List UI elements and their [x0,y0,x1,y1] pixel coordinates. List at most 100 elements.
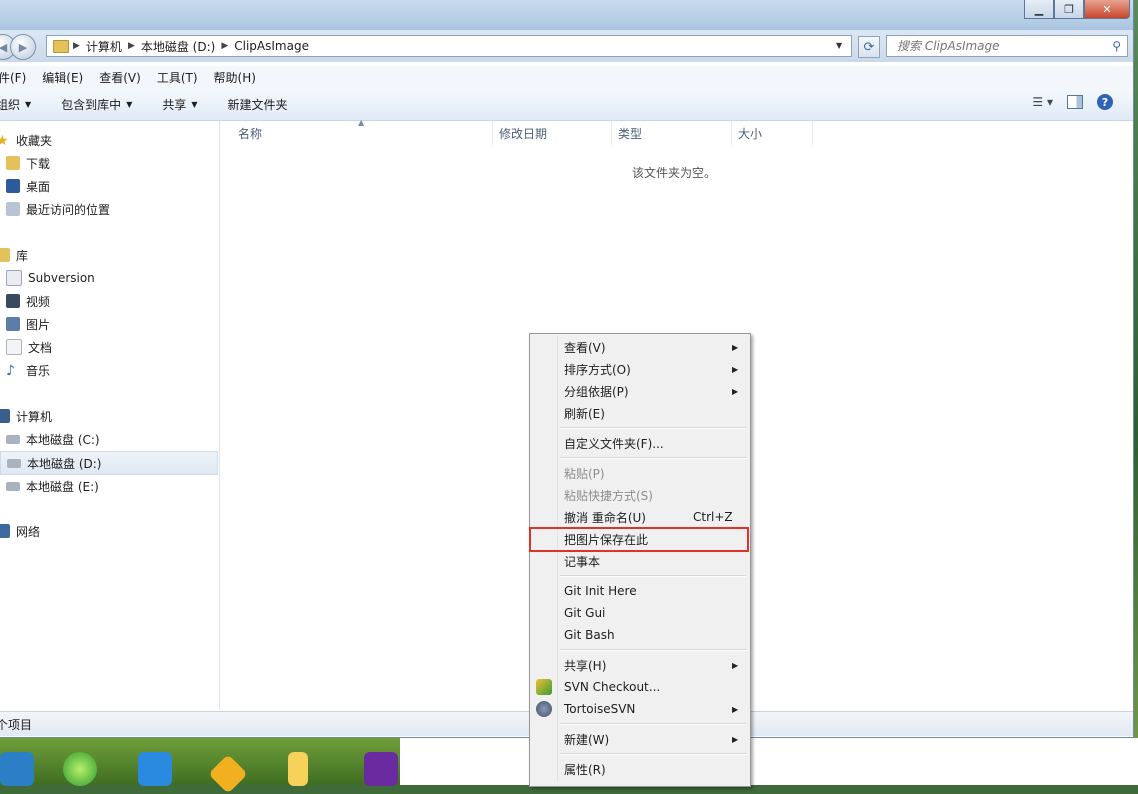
menu-item-notepad[interactable]: 记事本 [530,550,748,572]
menu-item-view[interactable]: 查看(V) ▶ [530,336,748,358]
forward-icon[interactable]: ▶ [10,34,36,60]
column-header-date[interactable]: 修改日期 [493,121,612,145]
menu-file[interactable]: 件(F) [0,69,26,86]
nav-label: 本地磁盘 (D:) [27,456,102,471]
nav-item-drive-d[interactable]: 本地磁盘 (D:) [0,451,218,475]
nav-item-music[interactable]: ♪ 音乐 [6,359,222,381]
videos-icon [6,294,20,308]
column-header-type[interactable]: 类型 [612,121,732,145]
submenu-arrow-icon: ▶ [732,660,739,670]
dropdown-arrow-icon: ▼ [25,99,32,109]
taskbar-app-icon[interactable] [0,752,34,786]
menu-item-tortoisesvn[interactable]: TortoiseSVN ▶ [530,698,748,720]
menu-item-sort-by[interactable]: 排序方式(O) ▶ [530,358,748,380]
menu-item-shortcut: Ctrl+Z [693,510,733,524]
menu-item-properties[interactable]: 属性(R) [530,758,748,780]
menu-item-label: SVN Checkout... [564,680,661,694]
breadcrumb-drive-d[interactable]: 本地磁盘 (D:) [135,38,221,55]
search-box[interactable]: ⚲ [886,35,1128,57]
menu-item-git-bash[interactable]: Git Bash [530,624,748,646]
title-bar[interactable]: ▁ ❐ ✕ [0,0,1133,30]
nav-item-drive-e[interactable]: 本地磁盘 (E:) [6,475,222,497]
menu-item-label: 记事本 [564,554,601,569]
nav-item-recent-places[interactable]: 最近访问的位置 [6,198,222,220]
menu-tools[interactable]: 工具(T) [157,69,198,86]
empty-folder-message: 该文件夹为空。 [632,166,717,180]
nav-item-pictures[interactable]: 图片 [6,313,222,335]
share-button[interactable]: 共享 ▼ [162,96,197,113]
menu-item-paste-shortcut[interactable]: 粘贴快捷方式(S) [530,484,748,506]
menu-item-label: 粘贴(P) [564,466,605,481]
menu-item-label: 刷新(E) [564,406,605,421]
menu-item-label: 新建(W) [564,732,610,747]
nav-libraries[interactable]: 库 [0,244,212,266]
nav-computer[interactable]: 计算机 [0,405,212,427]
menu-separator [560,649,746,651]
breadcrumb-computer[interactable]: 计算机 [80,38,128,55]
menu-help[interactable]: 帮助(H) [214,69,256,86]
chevron-right-icon: ▶ [73,41,80,51]
sort-ascending-icon: ▲ [358,118,365,127]
subversion-library-icon [6,270,22,286]
maximize-button[interactable]: ❐ [1054,0,1084,19]
minimize-button[interactable]: ▁ [1024,0,1054,19]
dropdown-arrow-icon: ▼ [126,99,133,109]
nav-network[interactable]: 网络 [0,520,212,542]
change-view-icon[interactable]: ☰ ▾ [1032,95,1053,109]
menu-bar: 件(F) 编辑(E) 查看(V) 工具(T) 帮助(H) [0,66,1133,88]
address-dropdown-icon[interactable]: ▼ [836,41,842,50]
nav-label: 桌面 [26,179,51,194]
network-icon [0,524,10,538]
menu-item-svn-checkout[interactable]: SVN Checkout... [530,676,748,698]
menu-item-git-init-here[interactable]: Git Init Here [530,580,748,602]
new-folder-button[interactable]: 新建文件夹 [228,96,288,113]
help-icon[interactable]: ? [1097,94,1113,110]
nav-item-downloads[interactable]: 下载 [6,152,222,174]
column-header-size[interactable]: 大小 [732,121,813,145]
menu-item-refresh[interactable]: 刷新(E) [530,402,748,424]
breadcrumb-current-folder[interactable]: ClipAsImage [228,39,315,53]
menu-item-paste[interactable]: 粘贴(P) [530,462,748,484]
column-header-name[interactable]: 名称 ▲ [220,118,493,145]
nav-item-documents[interactable]: 文档 [6,336,222,358]
menu-edit[interactable]: 编辑(E) [42,69,83,86]
nav-item-drive-c[interactable]: 本地磁盘 (C:) [6,428,222,450]
menu-item-customize-folder[interactable]: 自定义文件夹(F)... [530,432,748,454]
svn-checkout-icon [536,679,552,695]
taskbar-app-icon[interactable] [288,752,308,786]
menu-item-label: 把图片保存在此 [564,533,649,547]
menu-item-git-gui[interactable]: Git Gui [530,602,748,624]
nav-favorites[interactable]: ★ 收藏夹 [0,129,212,151]
chevron-right-icon: ▶ [221,41,229,51]
taskbar-app-icon[interactable] [63,752,97,786]
include-in-library-button[interactable]: 包含到库中 ▼ [61,96,132,113]
organize-button[interactable]: 组织 ▼ [0,96,31,113]
preview-pane-icon[interactable] [1067,95,1083,109]
refresh-icon[interactable]: ⟳ [858,36,880,58]
menu-item-label: Git Bash [564,628,615,642]
menu-item-undo-rename[interactable]: 撤消 重命名(U) Ctrl+Z [530,506,748,528]
menu-item-label: 属性(R) [564,762,606,777]
menu-item-save-image-here[interactable]: 把图片保存在此 [529,527,749,552]
column-label: 类型 [618,126,643,141]
menu-item-label: 分组依据(P) [564,384,629,399]
downloads-folder-icon [6,156,20,170]
search-icon[interactable]: ⚲ [1112,39,1121,53]
documents-icon [6,339,22,355]
close-button[interactable]: ✕ [1084,0,1130,19]
nav-item-desktop[interactable]: 桌面 [6,175,222,197]
menu-item-group-by[interactable]: 分组依据(P) ▶ [530,380,748,402]
nav-label: 下载 [26,156,51,171]
status-text: 个项目 [0,717,33,732]
nav-item-subversion[interactable]: Subversion [6,267,222,289]
menu-item-new[interactable]: 新建(W) ▶ [530,728,748,750]
taskbar-app-icon[interactable] [364,752,398,786]
nav-item-videos[interactable]: 视频 [6,290,222,312]
menu-item-share[interactable]: 共享(H) ▶ [530,654,748,676]
menu-view[interactable]: 查看(V) [99,69,141,86]
menu-item-label: Git Gui [564,606,606,620]
search-input[interactable] [895,38,1109,54]
nav-label: 本地磁盘 (E:) [26,479,99,494]
address-bar[interactable]: ▶ 计算机 ▶ 本地磁盘 (D:) ▶ ClipAsImage [46,35,852,57]
taskbar-app-icon[interactable] [138,752,172,786]
